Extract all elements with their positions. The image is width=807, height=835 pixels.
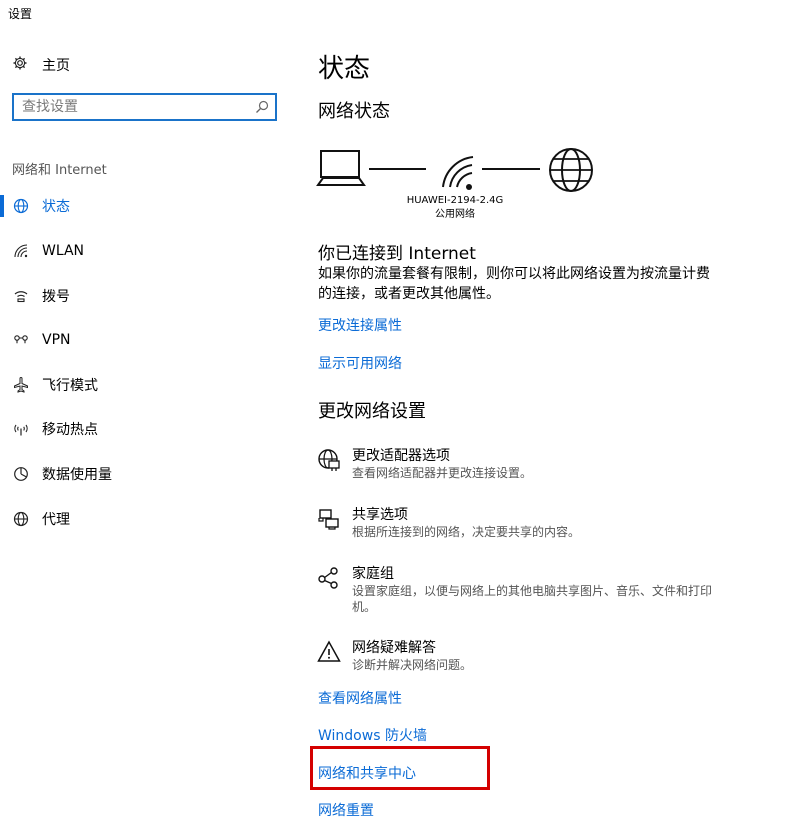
window-title: 设置 xyxy=(8,7,33,21)
sidebar-home-label: 主页 xyxy=(42,58,70,74)
sidebar-item-label: 代理 xyxy=(42,512,70,528)
network-ssid: HUAWEI-2194-2.4G xyxy=(406,195,504,206)
sidebar-section-label: 网络和 Internet xyxy=(12,163,107,178)
option-desc: 根据所连接到的网络，决定要共享的内容。 xyxy=(352,525,581,539)
hotspot-icon xyxy=(12,420,30,438)
sidebar-item-hotspot[interactable]: 移动热点 xyxy=(12,418,282,440)
sidebar-item-airplane[interactable]: 飞行模式 xyxy=(12,374,282,396)
search-icon[interactable] xyxy=(255,99,269,118)
windows-firewall-link[interactable]: Windows 防火墙 xyxy=(318,725,427,745)
vpn-icon xyxy=(12,331,30,349)
network-diagram xyxy=(316,148,593,192)
connected-heading: 你已连接到 Internet xyxy=(318,244,476,264)
sidebar-item-vpn[interactable]: VPN xyxy=(12,329,282,351)
change-connection-properties-link[interactable]: 更改连接属性 xyxy=(318,315,402,335)
show-available-networks-link[interactable]: 显示可用网络 xyxy=(318,353,402,373)
warning-icon xyxy=(316,640,342,666)
sidebar-item-label: WLAN xyxy=(42,243,85,259)
option-homegroup[interactable]: 家庭组 设置家庭组，以便与网络上的其他电脑共享图片、音乐、文件和打印机。 xyxy=(316,566,736,615)
search-input[interactable] xyxy=(22,98,252,116)
sidebar-item-dialup[interactable]: 拨号 xyxy=(12,285,282,307)
homegroup-icon xyxy=(316,566,342,592)
sidebar-item-data-usage[interactable]: 数据使用量 xyxy=(12,463,282,485)
airplane-icon xyxy=(12,376,30,394)
gear-icon xyxy=(12,55,28,75)
option-title: 共享选项 xyxy=(352,507,408,523)
change-settings-heading: 更改网络设置 xyxy=(318,401,426,422)
option-sharing[interactable]: 共享选项 根据所连接到的网络，决定要共享的内容。 xyxy=(316,507,736,540)
dialup-icon xyxy=(12,287,30,305)
view-network-properties-link[interactable]: 查看网络属性 xyxy=(318,688,402,708)
data-usage-icon xyxy=(12,465,30,483)
sidebar-item-label: VPN xyxy=(42,332,71,348)
connected-description: 如果你的流量套餐有限制，则你可以将此网络设置为按流量计费的连接，或者更改其他属性… xyxy=(318,266,710,302)
option-adapter[interactable]: 更改适配器选项 查看网络适配器并更改连接设置。 xyxy=(316,448,736,481)
option-title: 更改适配器选项 xyxy=(352,448,450,464)
sidebar-item-label: 状态 xyxy=(42,199,70,215)
laptop-icon xyxy=(316,150,366,186)
active-indicator xyxy=(0,195,4,217)
page-title: 状态 xyxy=(318,54,371,84)
option-title: 家庭组 xyxy=(352,566,394,582)
sidebar-home[interactable]: 主页 xyxy=(12,55,70,75)
adapter-icon xyxy=(316,448,342,474)
option-troubleshoot[interactable]: 网络疑难解答 诊断并解决网络问题。 xyxy=(316,640,736,673)
highlight-box xyxy=(310,746,490,790)
network-info: HUAWEI-2194-2.4G 公用网络 xyxy=(395,194,515,222)
network-type: 公用网络 xyxy=(435,209,475,220)
sidebar-item-wlan[interactable]: WLAN xyxy=(12,240,282,262)
internet-globe-icon xyxy=(549,148,593,192)
option-desc: 设置家庭组，以便与网络上的其他电脑共享图片、音乐、文件和打印机。 xyxy=(352,584,713,614)
globe-status-icon xyxy=(12,197,30,215)
option-desc: 查看网络适配器并更改连接设置。 xyxy=(352,466,533,480)
search-box[interactable] xyxy=(12,93,277,121)
option-title: 网络疑难解答 xyxy=(352,640,436,656)
sidebar-item-label: 数据使用量 xyxy=(42,467,112,483)
sidebar-item-status[interactable]: 状态 xyxy=(12,195,282,217)
wifi-signal-icon xyxy=(442,156,474,190)
sharing-icon xyxy=(316,507,342,533)
sidebar-item-label: 拨号 xyxy=(42,289,70,305)
sidebar-item-label: 移动热点 xyxy=(42,422,98,438)
network-reset-link[interactable]: 网络重置 xyxy=(318,800,374,820)
sidebar-item-proxy[interactable]: 代理 xyxy=(12,508,282,530)
sidebar-item-label: 飞行模式 xyxy=(42,378,98,394)
wifi-icon xyxy=(12,242,30,260)
globe-icon xyxy=(12,510,30,528)
network-status-heading: 网络状态 xyxy=(318,101,390,122)
option-desc: 诊断并解决网络问题。 xyxy=(352,658,473,672)
